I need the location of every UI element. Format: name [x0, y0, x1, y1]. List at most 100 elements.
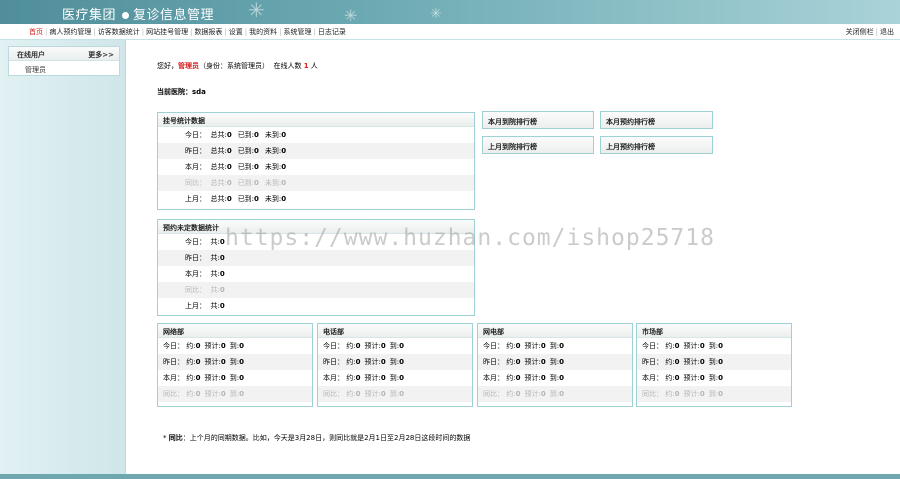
appointed-label: 约:: [346, 390, 356, 398]
brand-dot-icon: [122, 11, 130, 19]
table-row: 上月： 共:0: [158, 298, 474, 314]
arrived-label: 到:: [708, 374, 719, 382]
arrived-value: 0: [559, 374, 564, 382]
row-label: 本月：: [185, 163, 206, 171]
missed-value: 0: [281, 195, 287, 203]
more-users-link[interactable]: 更多>>: [88, 50, 114, 60]
row-label: 同比：: [483, 390, 504, 398]
table-row: 同比： 约:0 预计:0 到:0: [318, 386, 472, 402]
arrived-value: 0: [559, 390, 564, 398]
panel-title: 挂号统计数据: [158, 113, 474, 127]
total-value: 0: [219, 254, 225, 262]
close-sidebar-link[interactable]: 关闭侧栏: [846, 28, 874, 36]
table-row: 今日： 约:0 预计:0 到:0: [637, 338, 791, 354]
online-user-item[interactable]: 管理员: [25, 65, 46, 75]
row-label: 上月：: [185, 302, 206, 310]
appointed-value: 0: [355, 374, 361, 382]
expected-label: 预计:: [364, 374, 381, 382]
panel-title: 市场部: [637, 324, 791, 338]
row-label: 本月：: [642, 374, 663, 382]
arrived-label: 到:: [708, 358, 719, 366]
expected-value: 0: [699, 342, 705, 350]
nav-right: 关闭侧栏 | 退出: [845, 28, 894, 36]
total-label: 总共:: [210, 195, 227, 203]
row-label: 今日：: [323, 342, 344, 350]
total-value: 0: [226, 195, 232, 203]
user-identity: （身份：系统管理员）: [199, 62, 269, 70]
appointed-value: 0: [355, 342, 361, 350]
arrived-label: 到:: [549, 342, 560, 350]
table-row: 本月： 约:0 预计:0 到:0: [318, 370, 472, 386]
expected-value: 0: [540, 390, 546, 398]
row-label: 昨日：: [642, 358, 663, 366]
nav-item-profile[interactable]: 我的资料: [249, 28, 277, 36]
expected-label: 预计:: [364, 390, 381, 398]
appointed-label: 约:: [665, 374, 675, 382]
table-row: 昨日： 共:0: [158, 250, 474, 266]
row-label: 今日：: [185, 131, 206, 139]
nav-item-appointments[interactable]: 病人预约管理: [49, 28, 91, 36]
nav-item-logs[interactable]: 日志记录: [318, 28, 346, 36]
ranking-this-month-appointments[interactable]: 本月预约排行榜: [600, 111, 713, 129]
panel-title: 电话部: [318, 324, 472, 338]
logout-link[interactable]: 退出: [880, 28, 894, 36]
total-value: 0: [226, 163, 232, 171]
expected-value: 0: [540, 342, 546, 350]
arrived-label: 已到:: [237, 163, 255, 171]
appointed-value: 0: [515, 390, 521, 398]
arrived-value: 0: [239, 390, 244, 398]
expected-value: 0: [380, 390, 386, 398]
expected-label: 预计:: [204, 342, 221, 350]
appointed-value: 0: [515, 342, 521, 350]
arrived-label: 到:: [549, 374, 560, 382]
row-label: 同比：: [185, 286, 206, 294]
nav-item-visitor-stats[interactable]: 访客数据统计: [98, 28, 140, 36]
expected-value: 0: [699, 358, 705, 366]
row-label: 今日：: [163, 342, 184, 350]
nav-item-home[interactable]: 首页: [29, 28, 43, 36]
nav-item-online-registration[interactable]: 网站挂号管理: [146, 28, 188, 36]
total-label: 总共:: [210, 147, 227, 155]
total-value: 0: [219, 286, 225, 294]
row-label: 同比：: [323, 390, 344, 398]
snowflake-icon: ✳: [430, 6, 442, 22]
appointed-label: 约:: [346, 342, 356, 350]
missed-label: 未到:: [264, 163, 282, 171]
arrived-value: 0: [254, 147, 259, 155]
row-label: 昨日：: [483, 358, 504, 366]
table-row: 上月： 总共:0 已到:0 未到:0: [158, 191, 474, 207]
expected-value: 0: [540, 374, 546, 382]
arrived-value: 0: [718, 374, 723, 382]
nav-item-system[interactable]: 系统管理: [284, 28, 312, 36]
expected-value: 0: [699, 390, 705, 398]
expected-value: 0: [220, 390, 226, 398]
missed-label: 未到:: [264, 179, 282, 187]
row-label: 本月：: [185, 270, 206, 278]
arrived-label: 到:: [389, 358, 400, 366]
main-nav: 首页 | 病人预约管理 | 访客数据统计 | 网站挂号管理 | 数据报表 | 设置 | 我的资料 | 系统管…: [0, 24, 900, 40]
snowflake-icon: ✳: [248, 0, 265, 22]
arrived-value: 0: [239, 358, 244, 366]
arrived-label: 到:: [389, 374, 400, 382]
arrived-label: 到:: [389, 342, 400, 350]
appointed-value: 0: [195, 342, 201, 350]
appointed-label: 约:: [665, 342, 675, 350]
watermark: https://www.huzhan.com/ishop25718: [225, 225, 715, 251]
ranking-last-month-arrivals[interactable]: 上月到院排行榜: [482, 136, 594, 154]
row-label: 同比：: [163, 390, 184, 398]
expected-value: 0: [699, 374, 705, 382]
expected-label: 预计:: [204, 390, 221, 398]
web-phone-dept-panel: 网电部 今日： 约:0 预计:0 到:0 昨日： 约:0 预计:0 到:0 本月： 约:0 预计…: [477, 323, 633, 407]
row-label: 今日：: [185, 238, 206, 246]
ranking-this-month-arrivals[interactable]: 本月到院排行榜: [482, 111, 594, 129]
ranking-last-month-appointments[interactable]: 上月预约排行榜: [600, 136, 713, 154]
nav-item-settings[interactable]: 设置: [229, 28, 243, 36]
phone-dept-panel: 电话部 今日： 约:0 预计:0 到:0 昨日： 约:0 预计:0 到:0 本月： 约:0 预计…: [317, 323, 473, 407]
appointed-value: 0: [515, 374, 521, 382]
missed-value: 0: [281, 179, 287, 187]
total-value: 0: [219, 238, 225, 246]
appointed-label: 约:: [506, 374, 516, 382]
arrived-label: 到:: [229, 374, 240, 382]
missed-label: 未到:: [264, 147, 282, 155]
nav-item-reports[interactable]: 数据报表: [194, 28, 222, 36]
